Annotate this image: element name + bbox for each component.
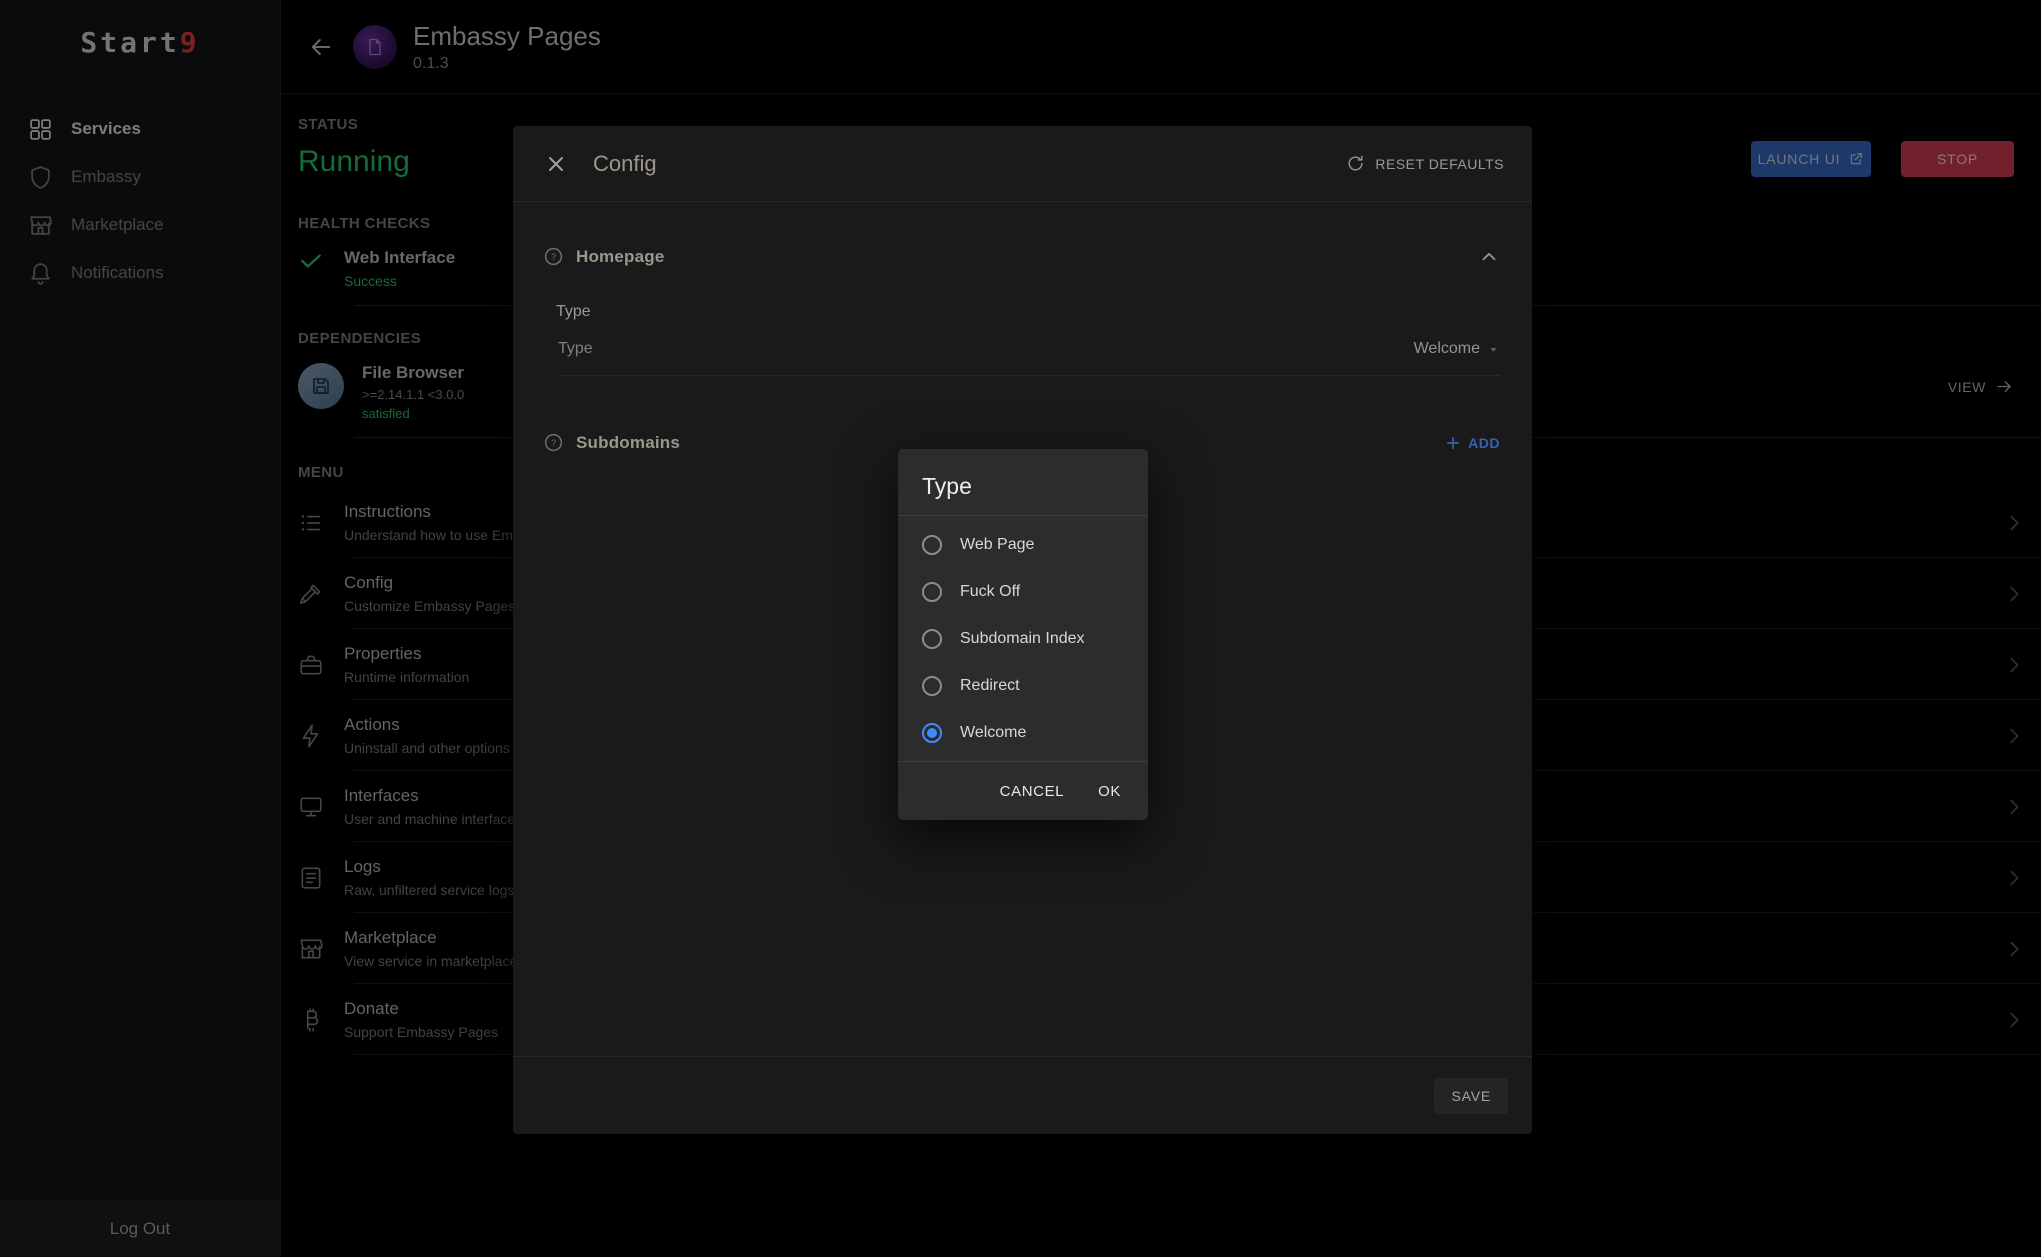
type-option-label: Web Page	[960, 536, 1034, 554]
type-options: Web Page Fuck Off Subdomain Index Redire…	[898, 516, 1148, 761]
type-dialog-footer: CANCEL OK	[898, 761, 1148, 820]
type-option-label: Fuck Off	[960, 583, 1020, 601]
radio-icon	[922, 582, 942, 602]
type-option-label: Redirect	[960, 677, 1020, 695]
type-option-subdomain-index[interactable]: Subdomain Index	[898, 615, 1148, 662]
radio-icon	[922, 629, 942, 649]
radio-icon	[922, 676, 942, 696]
radio-selected-icon	[922, 723, 942, 743]
type-option-welcome[interactable]: Welcome	[898, 709, 1148, 756]
cancel-button[interactable]: CANCEL	[1000, 783, 1064, 800]
type-option-label: Welcome	[960, 724, 1026, 742]
type-option-web-page[interactable]: Web Page	[898, 521, 1148, 568]
type-option-label: Subdomain Index	[960, 630, 1085, 648]
type-dialog: Type Web Page Fuck Off Subdomain Index R…	[898, 449, 1148, 820]
radio-icon	[922, 535, 942, 555]
type-option-fuck-off[interactable]: Fuck Off	[898, 568, 1148, 615]
type-dialog-title: Type	[898, 449, 1148, 515]
ok-button[interactable]: OK	[1098, 783, 1121, 800]
type-option-redirect[interactable]: Redirect	[898, 662, 1148, 709]
